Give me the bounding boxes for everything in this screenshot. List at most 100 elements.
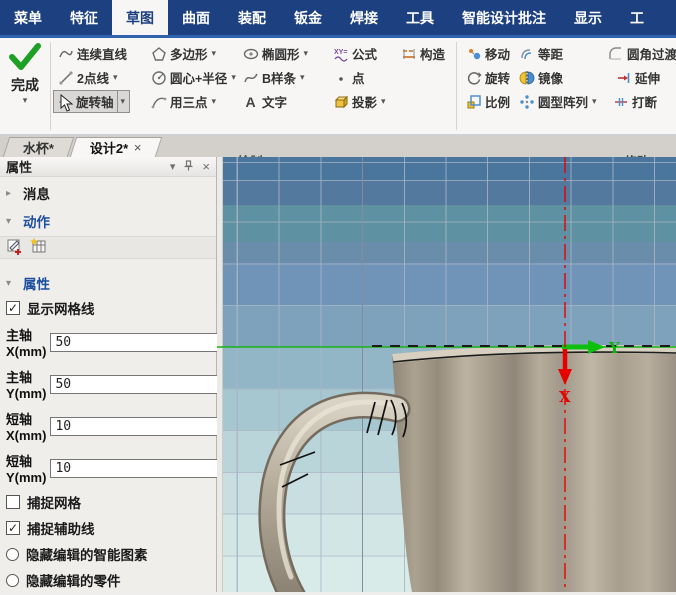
formula-xy-icon: XY= [332,45,349,62]
break-icon [612,93,629,110]
tool-move[interactable]: 移动 [463,42,512,65]
document-tab-bar: 水杯* 设计2* × [0,135,676,157]
move-icon [465,45,482,62]
radio-icon [6,573,19,587]
radio-hide-edited-parts[interactable]: 隐藏编辑的零件 [0,567,216,593]
tab-feature[interactable]: 特征 [56,0,112,35]
rotation-axis-dropdown[interactable]: ▾ [116,91,128,112]
checkbox-icon: ✓ [6,521,20,535]
tool-circle-center-radius[interactable]: 圆心+半径 ▾ [148,66,238,89]
finish-label: 完成 [11,77,39,93]
checkbox-icon: ✓ [6,301,20,315]
radio-hide-smart-elements[interactable]: 隐藏编辑的智能图素 [0,541,216,567]
tool-rotate[interactable]: 旋转 [463,66,512,89]
doc-tab-watercup[interactable]: 水杯* [2,137,75,157]
close-tab-icon[interactable]: × [134,140,142,155]
mouse-cursor-icon [60,94,74,112]
checkbox-snap-guides[interactable]: ✓ 捕捉辅助线 [0,515,216,541]
tool-fillet[interactable]: 圆角过渡 [605,42,676,65]
radio-icon [6,547,19,561]
major-axis-x-input[interactable] [50,332,230,352]
separator [50,42,51,130]
arc-icon [150,93,167,110]
tool-mirror[interactable]: 镜像 [516,66,565,89]
axis-y-label: Y [608,339,620,357]
tool-formula[interactable]: XY= 公式 [330,42,379,65]
major-axis-y-input[interactable] [50,374,230,394]
section-action[interactable]: ▾ 动作 [0,205,216,233]
separator [456,42,457,130]
tool-extend[interactable]: 延伸 [613,66,662,89]
sketch-ribbon: 完成 ▾ 草图 连续直线 2点线▾ 旋转轴 ▾ 多边形▾ [0,38,676,169]
finish-sketch-button[interactable]: 完成 ▾ [0,38,50,150]
tab-display[interactable]: 显示 [560,0,616,35]
tool-arc-three-points[interactable]: 用三点 ▾ [148,90,218,113]
finish-dropdown[interactable]: ▾ [0,95,50,106]
projection-cube-icon [332,93,349,110]
tool-2point-line[interactable]: 2点线 ▾ [55,66,119,89]
new-table-icon[interactable] [30,237,48,258]
line-icon [57,69,74,86]
mirror-icon [518,69,535,86]
tab-sketch[interactable]: 草图 [112,0,168,35]
polyline-icon [57,45,74,62]
tool-bspline[interactable]: B样条 ▾ [240,66,307,89]
minor-axis-x-input[interactable] [50,416,230,436]
action-toolbar [0,236,216,259]
tool-projection[interactable]: 投影 ▾ [330,90,388,113]
svg-text:XY=: XY= [334,49,347,56]
tab-tools[interactable]: 工具 [392,0,448,35]
tool-break[interactable]: 打断 [610,90,659,113]
point-icon [332,69,349,86]
tool-continuous-line[interactable]: 连续直线 [55,42,129,65]
minor-axis-y-input[interactable] [50,458,230,478]
tool-offset[interactable]: 等距 [516,42,565,65]
panel-pin-icon[interactable] [184,159,193,174]
tab-welding[interactable]: 焊接 [336,0,392,35]
tab-surface[interactable]: 曲面 [168,0,224,35]
edit-sketch-icon[interactable] [6,237,24,258]
section-properties[interactable]: ▾ 属性 [0,267,216,295]
caxa-3d-window: 菜单 特征 草图 曲面 装配 钣金 焊接 工具 智能设计批注 显示 工 完成 ▾… [0,0,676,595]
tab-assembly[interactable]: 装配 [224,0,280,35]
tool-polygon[interactable]: 多边形 ▾ [148,42,218,65]
panel-close-icon[interactable]: × [202,159,210,174]
checkbox-icon [6,495,20,509]
rotate-icon [465,69,482,86]
tab-sheetmetal[interactable]: 钣金 [280,0,336,35]
construction-icon [400,45,417,62]
properties-panel-header: 属性 ▾ × [0,157,216,177]
doc-tab-design2[interactable]: 设计2* × [69,137,163,157]
tool-text[interactable]: A 文字 [240,90,289,113]
tool-construction[interactable]: 构造 [398,42,447,65]
properties-panel: 属性 ▾ × ▸ 消息 ▾ 动作 ▾ 属性 ✓ 显示网格线 主轴X(mm) 50… [0,157,230,593]
sketch-3d-viewport[interactable]: Y X [217,157,676,592]
collapsed-triangle-icon: ▸ [6,187,12,199]
circle-radius-icon [150,69,167,86]
field-major-axis-x: 主轴X(mm) [0,321,230,363]
field-minor-axis-y: 短轴Y(mm) [0,447,230,489]
circular-pattern-icon [518,93,535,110]
expanded-triangle-icon: ▾ [6,277,12,289]
tool-circular-pattern[interactable]: 圆型阵列 ▾ [516,90,599,113]
tool-scale[interactable]: 比例 [463,90,512,113]
pentagon-icon [150,45,167,62]
tool-point[interactable]: 点 [330,66,367,89]
section-message[interactable]: ▸ 消息 [0,177,216,205]
ellipse-icon [242,45,259,62]
green-check-icon [9,43,41,70]
tool-rotation-axis[interactable]: 旋转轴 ▾ [53,90,131,113]
expanded-triangle-icon: ▾ [6,215,12,227]
panel-dropdown-icon[interactable]: ▾ [170,160,176,173]
tab-smart-annotation[interactable]: 智能设计批注 [448,0,560,35]
tab-menu[interactable]: 菜单 [0,0,56,35]
extend-icon [615,69,632,86]
field-minor-axis-x: 短轴X(mm) [0,405,230,447]
tab-clipped[interactable]: 工 [616,0,658,35]
checkbox-show-gridlines[interactable]: ✓ 显示网格线 [0,295,216,321]
tool-ellipse[interactable]: 椭圆形 ▾ [240,42,310,65]
text-A-icon: A [245,93,256,110]
checkbox-snap-grid[interactable]: 捕捉网格 [0,489,216,515]
scale-icon [465,93,482,110]
field-major-axis-y: 主轴Y(mm) [0,363,230,405]
